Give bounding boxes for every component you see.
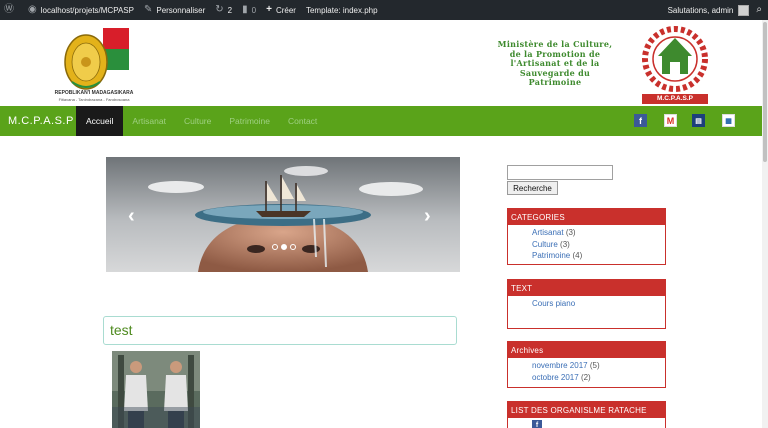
categories-widget: CATEGORIES Artisanat (3) Culture (3) Pat…: [507, 208, 666, 265]
archives-widget: Archives novembre 2017 (5) octobre 2017 …: [507, 341, 666, 388]
category-count: (3): [560, 239, 570, 249]
new-content-link[interactable]: + Créer: [266, 0, 296, 20]
carousel-prev-icon[interactable]: ‹: [128, 205, 135, 228]
template-info[interactable]: Template: index.php: [306, 0, 378, 20]
nav-item-artisanat[interactable]: Artisanat: [123, 106, 175, 136]
nav-item-patrimoine[interactable]: Patrimoine: [220, 106, 279, 136]
nav-item-culture[interactable]: Culture: [175, 106, 220, 136]
comments-count: 0: [251, 5, 257, 15]
list-item: Patrimoine (4): [532, 250, 665, 262]
avatar[interactable]: [738, 4, 750, 16]
site-name-link[interactable]: ◉ localhost/projets/MCPASP: [28, 0, 134, 20]
facebook-icon[interactable]: f: [634, 114, 647, 127]
mcpasp-logo[interactable]: M.C.P.A.S.P: [636, 24, 714, 106]
organisations-title: LIST DES ORGANISLME RATACHE: [508, 402, 665, 418]
dashboard-icon: ◉: [28, 4, 37, 15]
greeting[interactable]: Salutations, admin: [668, 6, 734, 15]
carousel-dot-active[interactable]: [281, 244, 287, 250]
post-title[interactable]: test: [110, 322, 133, 338]
carousel-next-icon[interactable]: ›: [424, 205, 431, 228]
archive-count: (5): [589, 361, 600, 370]
category-link[interactable]: Culture: [532, 240, 558, 249]
carousel-indicators: [272, 244, 296, 250]
mcpasp-logo-text: M.C.P.A.S.P: [642, 94, 708, 104]
archive-link[interactable]: novembre 2017: [532, 361, 588, 370]
category-count: (3): [565, 228, 576, 237]
search-icon[interactable]: ⌕: [756, 5, 762, 15]
category-link[interactable]: Patrimoine: [532, 251, 570, 260]
text-list: Cours piano: [508, 296, 665, 310]
list-item: Culture (3): [532, 239, 665, 251]
list-item: Artisanat (3): [532, 227, 665, 239]
ministry-line: Patrimoine: [528, 77, 582, 87]
carousel-dot[interactable]: [290, 244, 296, 250]
post-photo: [112, 351, 200, 428]
nav-item-contact[interactable]: Contact: [279, 106, 326, 136]
facebook-icon[interactable]: f: [532, 420, 542, 428]
admin-bar: Ⓦ ◉ localhost/projets/MCPASP ✎ Personnal…: [0, 0, 768, 20]
search-button[interactable]: Recherche: [507, 181, 558, 195]
scrollbar-thumb[interactable]: [763, 22, 767, 162]
text-widget: TEXT Cours piano: [507, 279, 666, 329]
updates-link[interactable]: ↻ 2: [215, 0, 232, 20]
list-item: novembre 2017 (5): [532, 360, 665, 372]
nav-brand[interactable]: M.C.P.A.S.P: [8, 115, 76, 127]
list-item: octobre 2017 (2): [532, 372, 665, 384]
post-thumbnail[interactable]: [112, 351, 200, 428]
book-icon[interactable]: ▤: [692, 114, 705, 127]
new-label: Créer: [275, 5, 296, 15]
republic-motto: Fitiavana - Tanindrazana - Fandrosoana: [58, 97, 130, 102]
categories-list: Artisanat (3) Culture (3) Patrimoine (4): [508, 225, 665, 262]
post-title-box: test: [103, 316, 457, 345]
carousel-image: [106, 157, 460, 272]
updates-count: 2: [227, 5, 233, 15]
archive-count: (2): [580, 372, 591, 382]
text-link[interactable]: Cours piano: [532, 299, 575, 308]
ministry-name: Ministère de la Culture, de la Promotion…: [476, 39, 634, 88]
page-scrollbar[interactable]: [762, 20, 768, 428]
mcpasp-emblem: [642, 26, 708, 92]
search-input[interactable]: [507, 165, 613, 180]
comment-icon: ▮: [242, 4, 248, 15]
archive-link[interactable]: octobre 2017: [532, 373, 579, 382]
nav-item-accueil[interactable]: Accueil: [76, 106, 124, 136]
text-widget-title: TEXT: [508, 280, 665, 296]
archives-list: novembre 2017 (5) octobre 2017 (2): [508, 358, 665, 383]
archives-title: Archives: [508, 342, 665, 358]
republic-name: REPOBLIKAN'I MADAGASIKARA: [54, 90, 134, 96]
plus-icon: +: [266, 4, 272, 15]
main-nav: M.C.P.A.S.P Accueil Artisanat Culture Pa…: [0, 106, 762, 136]
template-label: Template: index.php: [305, 5, 378, 15]
list-item: Cours piano: [532, 298, 665, 310]
wordpress-icon: Ⓦ: [4, 4, 14, 15]
category-link[interactable]: Artisanat: [532, 228, 564, 237]
site-name: localhost/projets/MCPASP: [40, 5, 134, 15]
categories-title: CATEGORIES: [508, 209, 665, 225]
site-header: REPOBLIKAN'I MADAGASIKARA Fitiavana - Ta…: [0, 20, 762, 106]
updates-icon: ↻: [215, 4, 224, 15]
carousel-dot[interactable]: [272, 244, 278, 250]
map-icon[interactable]: ▦: [722, 114, 735, 127]
image-carousel[interactable]: ‹ ›: [106, 157, 460, 272]
wp-logo-button[interactable]: Ⓦ: [4, 0, 18, 20]
customize-label: Personnaliser: [156, 5, 206, 15]
brush-icon: ✎: [143, 4, 153, 15]
organisations-widget: LIST DES ORGANISLME RATACHE f: [507, 401, 666, 428]
category-count: (4): [572, 251, 583, 260]
customize-link[interactable]: ✎ Personnaliser: [144, 0, 205, 20]
gmail-icon[interactable]: M: [664, 114, 677, 127]
comments-link[interactable]: ▮ 0: [242, 0, 256, 20]
